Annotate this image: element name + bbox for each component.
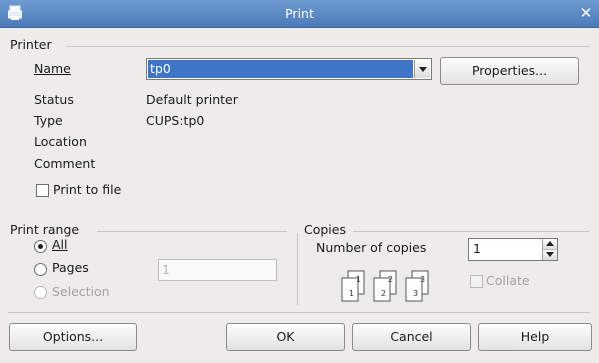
print-to-file-label[interactable]: Print to file xyxy=(53,182,121,197)
print-range-group-label: Print range xyxy=(10,222,80,237)
print-range-divider xyxy=(97,231,287,232)
svg-text:1: 1 xyxy=(349,289,354,298)
cancel-button[interactable]: Cancel xyxy=(352,323,471,351)
spin-up-icon[interactable] xyxy=(542,239,557,250)
type-label: Type xyxy=(34,113,63,128)
help-button[interactable]: Help xyxy=(478,323,592,351)
title-bar: Print ✕ xyxy=(0,0,599,28)
svg-text:3: 3 xyxy=(420,275,425,284)
spin-down-icon[interactable] xyxy=(542,250,557,260)
copies-spinbox[interactable]: 1 xyxy=(468,238,558,261)
bottom-divider xyxy=(8,312,590,313)
close-icon[interactable]: ✕ xyxy=(575,3,597,24)
pages-radio[interactable] xyxy=(34,263,47,276)
collate-label[interactable]: Collate xyxy=(486,273,530,288)
pages-input[interactable]: 1 xyxy=(158,259,277,281)
copies-divider xyxy=(353,231,589,232)
printer-name-combo[interactable]: tp0 xyxy=(146,58,432,80)
options-button[interactable]: Options... xyxy=(9,323,137,351)
name-label: Name xyxy=(34,61,71,76)
window-title: Print xyxy=(285,6,314,21)
status-value: Default printer xyxy=(146,92,238,107)
pages-label[interactable]: Pages xyxy=(52,260,89,275)
status-label: Status xyxy=(34,92,74,107)
properties-button[interactable]: Properties... xyxy=(440,57,579,85)
location-label: Location xyxy=(34,134,87,149)
print-to-file-checkbox[interactable] xyxy=(36,184,49,197)
printer-name-value: tp0 xyxy=(148,60,413,78)
collate-checkbox[interactable] xyxy=(470,275,483,288)
group-separator xyxy=(297,233,298,305)
collate-sheets-icon: 11 22 33 xyxy=(341,270,429,302)
svg-text:2: 2 xyxy=(388,275,393,284)
number-of-copies-label: Number of copies xyxy=(316,240,427,255)
type-value: CUPS:tp0 xyxy=(146,113,205,128)
ok-button[interactable]: OK xyxy=(226,323,345,351)
selection-label[interactable]: Selection xyxy=(52,284,110,299)
svg-text:1: 1 xyxy=(356,275,361,284)
copies-value: 1 xyxy=(473,241,481,256)
printer-group-divider xyxy=(66,46,589,47)
comment-label: Comment xyxy=(34,156,96,171)
svg-text:2: 2 xyxy=(381,289,386,298)
printer-group-label: Printer xyxy=(10,37,52,52)
copies-group-label: Copies xyxy=(304,222,346,237)
dropdown-arrow-icon[interactable] xyxy=(414,60,430,78)
all-radio[interactable] xyxy=(34,240,47,253)
svg-text:3: 3 xyxy=(413,289,418,298)
selection-radio[interactable] xyxy=(34,286,47,299)
pages-input-value: 1 xyxy=(162,262,170,277)
all-label[interactable]: All xyxy=(52,237,68,252)
